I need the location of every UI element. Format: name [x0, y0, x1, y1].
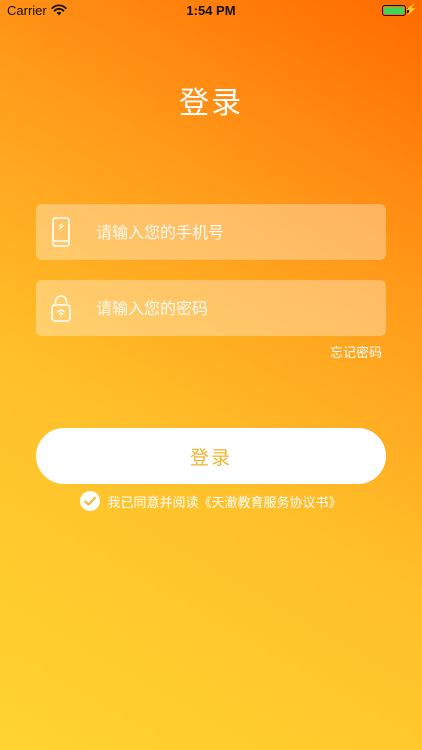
page-title: 登录: [179, 86, 243, 121]
charging-bolt-icon: ⚡: [404, 4, 418, 16]
agreement-row: 我已同意并阅读《天澈教育服务协议书》: [0, 491, 422, 511]
password-field[interactable]: [36, 280, 386, 336]
forgot-password-link[interactable]: 忘记密码: [330, 342, 382, 361]
login-button[interactable]: 登录: [36, 428, 386, 484]
password-input[interactable]: [96, 280, 374, 336]
status-time: 1:54 PM: [186, 3, 236, 18]
checkmark-circle-icon[interactable]: [80, 491, 101, 511]
battery-icon: [382, 5, 406, 16]
status-bar: Carrier 1:54 PM ⚡: [0, 0, 422, 22]
mobile-phone-icon: [52, 217, 70, 247]
phone-field[interactable]: [36, 204, 386, 260]
padlock-icon: [51, 295, 71, 322]
battery-level: [384, 7, 404, 14]
agreement-text[interactable]: 我已同意并阅读《天澈教育服务协议书》: [107, 492, 341, 511]
phone-input[interactable]: [96, 204, 374, 260]
